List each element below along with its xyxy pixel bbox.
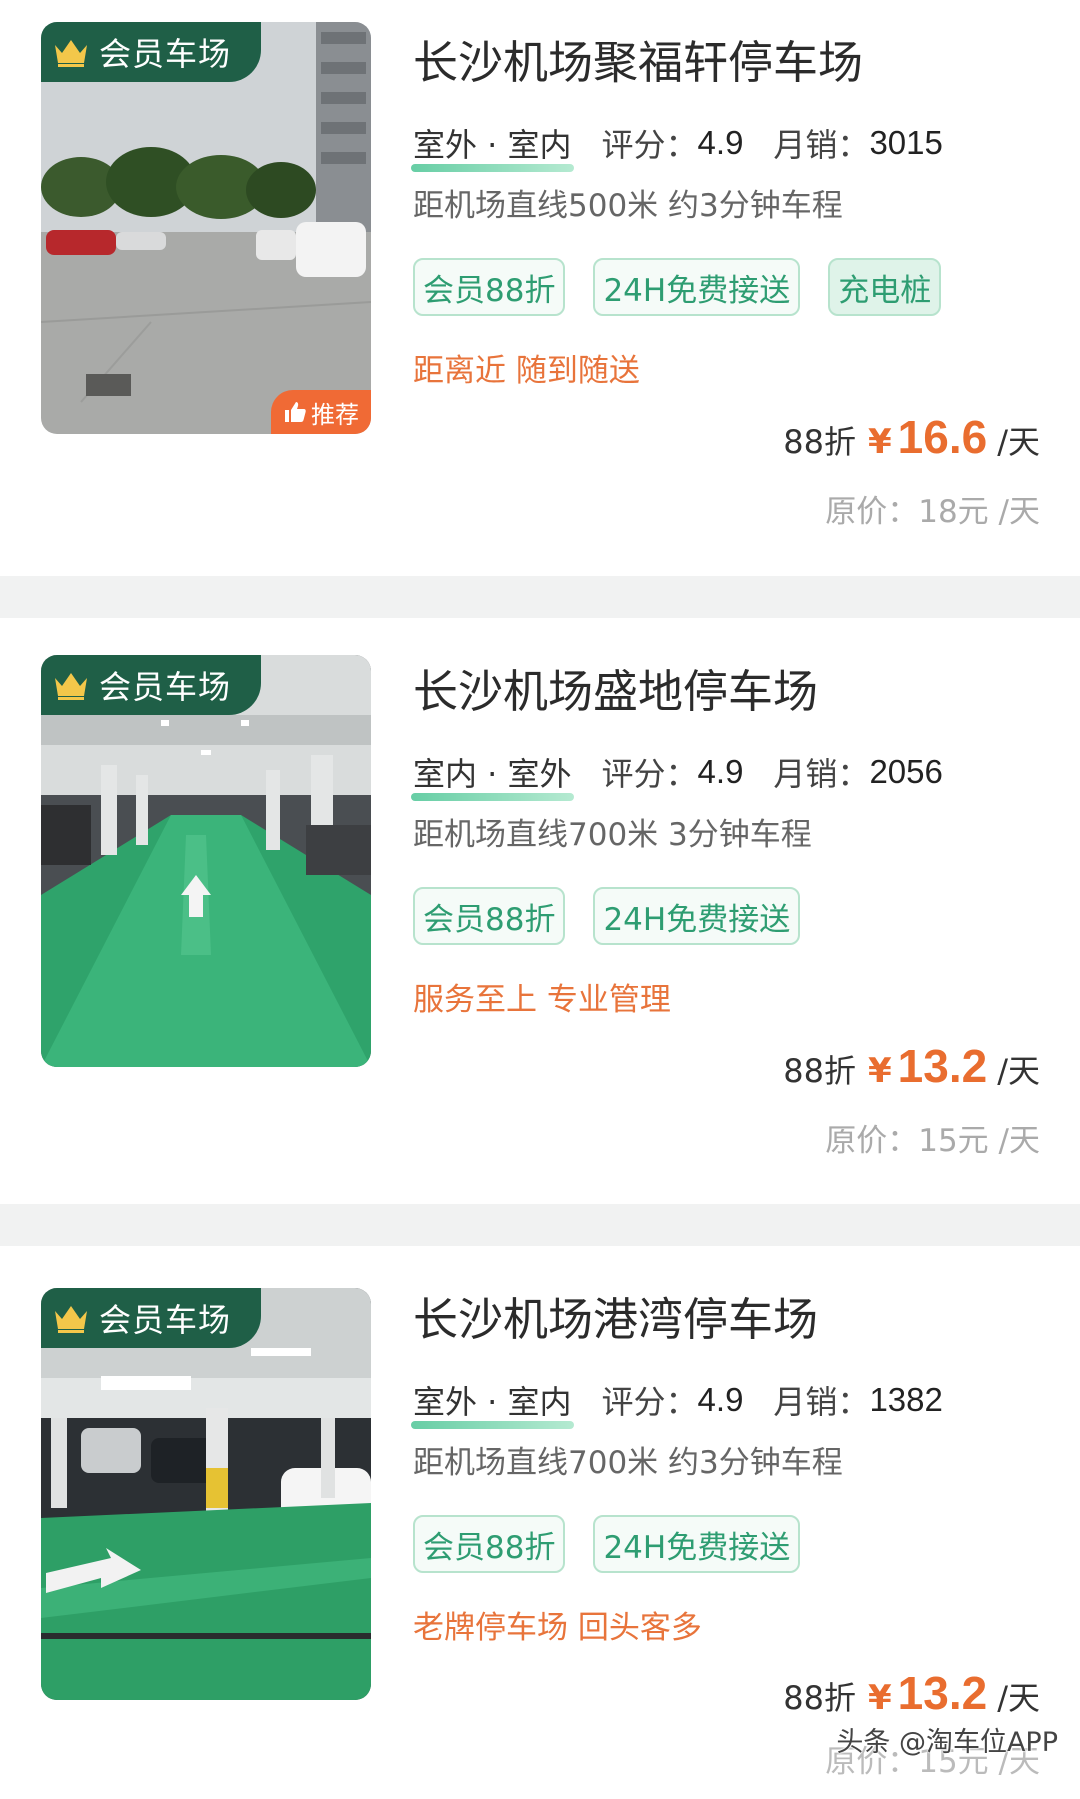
sales-value: 1382 bbox=[869, 1381, 943, 1418]
outdoor-lot-image bbox=[41, 22, 371, 434]
member-lot-badge: 会员车场 bbox=[41, 22, 261, 82]
slogan: 距离近 随到随送 bbox=[413, 353, 640, 389]
original-price-value: 18元 bbox=[918, 494, 989, 530]
original-price-row: 原价：15元 /天 bbox=[825, 1115, 1040, 1160]
sales-label: 月销： bbox=[773, 755, 870, 793]
slogan: 服务至上 专业管理 bbox=[413, 982, 671, 1018]
price-value: 13.2 bbox=[897, 1040, 988, 1092]
parking-lot-card[interactable]: 会员车场 推荐 长沙机场聚福轩停车场 室外 · 室内 评分： 4.9 月销： 3… bbox=[0, 0, 1080, 576]
feature-tags: 会员88折 24H免费接送 bbox=[413, 887, 801, 945]
member-lot-badge: 会员车场 bbox=[41, 655, 261, 715]
parking-lot-meta: 室内 · 室外 评分： 4.9 月销： 2056 bbox=[411, 747, 973, 801]
member-badge-label: 会员车场 bbox=[99, 668, 232, 706]
location-type-underline bbox=[411, 793, 574, 801]
sales-label: 月销： bbox=[773, 126, 870, 164]
location-type: 室内 · 室外 bbox=[411, 749, 574, 801]
slogan: 老牌停车场 回头客多 bbox=[413, 1610, 702, 1646]
tag-free-shuttle: 24H免费接送 bbox=[593, 258, 801, 316]
crown-icon bbox=[55, 673, 87, 700]
location-type: 室外 · 室内 bbox=[411, 120, 574, 172]
member-badge-label: 会员车场 bbox=[99, 1301, 232, 1339]
feature-tags: 会员88折 24H免费接送 bbox=[413, 1515, 801, 1573]
indoor-lot-image bbox=[41, 1288, 371, 1700]
indoor-lot-image bbox=[41, 655, 371, 1067]
feature-tags: 会员88折 24H免费接送 充电桩 bbox=[413, 258, 942, 316]
sales-value: 3015 bbox=[869, 124, 943, 161]
parking-lot-photo[interactable]: 会员车场 bbox=[41, 1288, 371, 1700]
price-unit: /天 bbox=[997, 423, 1040, 461]
price-row: 88折 ¥ 16.6 /天 bbox=[783, 410, 1040, 464]
card-divider bbox=[0, 1204, 1080, 1246]
discount-label: 88折 bbox=[783, 1052, 856, 1090]
currency-symbol: ¥ bbox=[868, 1051, 892, 1091]
parking-lot-card[interactable]: 会员车场 长沙机场港湾停车场 室外 · 室内 评分： 4.9 月销： 1382 … bbox=[0, 1246, 1080, 1799]
discount-label: 88折 bbox=[783, 423, 856, 461]
parking-lot-card[interactable]: 会员车场 长沙机场盛地停车场 室内 · 室外 评分： 4.9 月销： 2056 … bbox=[0, 618, 1080, 1204]
original-price-label: 原价： bbox=[825, 1123, 919, 1159]
tag-member-discount: 会员88折 bbox=[413, 258, 566, 316]
sales-value: 2056 bbox=[869, 753, 943, 790]
rating-value: 4.9 bbox=[697, 124, 744, 161]
tag-member-discount: 会员88折 bbox=[413, 1515, 566, 1573]
card-divider bbox=[0, 576, 1080, 618]
recommend-badge: 推荐 bbox=[271, 390, 371, 434]
sales-label: 月销： bbox=[773, 1383, 870, 1421]
distance-text: 距机场直线500米 约3分钟车程 bbox=[413, 188, 843, 224]
parking-lot-photo[interactable]: 会员车场 bbox=[41, 655, 371, 1067]
original-price-unit: /天 bbox=[998, 1123, 1040, 1159]
crown-icon bbox=[55, 40, 87, 67]
parking-lot-name[interactable]: 长沙机场港湾停车场 bbox=[413, 1283, 818, 1348]
price-unit: /天 bbox=[997, 1052, 1040, 1090]
rating-label: 评分： bbox=[601, 1383, 698, 1421]
location-type-label: 室内 · 室外 bbox=[413, 755, 572, 793]
parking-lot-photo[interactable]: 会员车场 推荐 bbox=[41, 22, 371, 434]
original-price-value: 15元 bbox=[918, 1123, 989, 1159]
distance-text: 距机场直线700米 3分钟车程 bbox=[413, 817, 812, 853]
discount-label: 88折 bbox=[783, 1679, 856, 1717]
watermark: 头条 @淘车位APP bbox=[836, 1727, 1058, 1758]
price-row: 88折 ¥ 13.2 /天 bbox=[783, 1666, 1040, 1720]
recommend-label: 推荐 bbox=[311, 400, 359, 429]
original-price-unit: /天 bbox=[998, 494, 1040, 530]
price-row: 88折 ¥ 13.2 /天 bbox=[783, 1039, 1040, 1093]
location-type-label: 室外 · 室内 bbox=[413, 126, 572, 164]
location-type-underline bbox=[411, 1421, 574, 1429]
price-unit: /天 bbox=[997, 1679, 1040, 1717]
rating-label: 评分： bbox=[601, 755, 698, 793]
parking-lot-name[interactable]: 长沙机场聚福轩停车场 bbox=[413, 26, 863, 91]
price-value: 13.2 bbox=[897, 1667, 988, 1719]
thumbs-up-icon bbox=[285, 402, 306, 422]
parking-lot-meta: 室外 · 室内 评分： 4.9 月销： 3015 bbox=[411, 118, 973, 172]
tag-free-shuttle: 24H免费接送 bbox=[593, 1515, 801, 1573]
rating-label: 评分： bbox=[601, 126, 698, 164]
tag-free-shuttle: 24H免费接送 bbox=[593, 887, 801, 945]
rating-value: 4.9 bbox=[697, 1381, 744, 1418]
location-type: 室外 · 室内 bbox=[411, 1377, 574, 1429]
parking-lot-name[interactable]: 长沙机场盛地停车场 bbox=[413, 655, 818, 720]
tag-charging-pile: 充电桩 bbox=[828, 258, 942, 316]
location-type-label: 室外 · 室内 bbox=[413, 1383, 572, 1421]
rating-value: 4.9 bbox=[697, 753, 744, 790]
currency-symbol: ¥ bbox=[868, 422, 892, 462]
crown-icon bbox=[55, 1306, 87, 1333]
distance-text: 距机场直线700米 约3分钟车程 bbox=[413, 1445, 843, 1481]
member-badge-label: 会员车场 bbox=[99, 35, 232, 73]
original-price-label: 原价： bbox=[825, 494, 919, 530]
member-lot-badge: 会员车场 bbox=[41, 1288, 261, 1348]
parking-lot-meta: 室外 · 室内 评分： 4.9 月销： 1382 bbox=[411, 1375, 973, 1429]
location-type-underline bbox=[411, 164, 574, 172]
original-price-row: 原价：18元 /天 bbox=[825, 486, 1040, 531]
tag-member-discount: 会员88折 bbox=[413, 887, 566, 945]
currency-symbol: ¥ bbox=[868, 1678, 892, 1718]
price-value: 16.6 bbox=[897, 411, 988, 463]
